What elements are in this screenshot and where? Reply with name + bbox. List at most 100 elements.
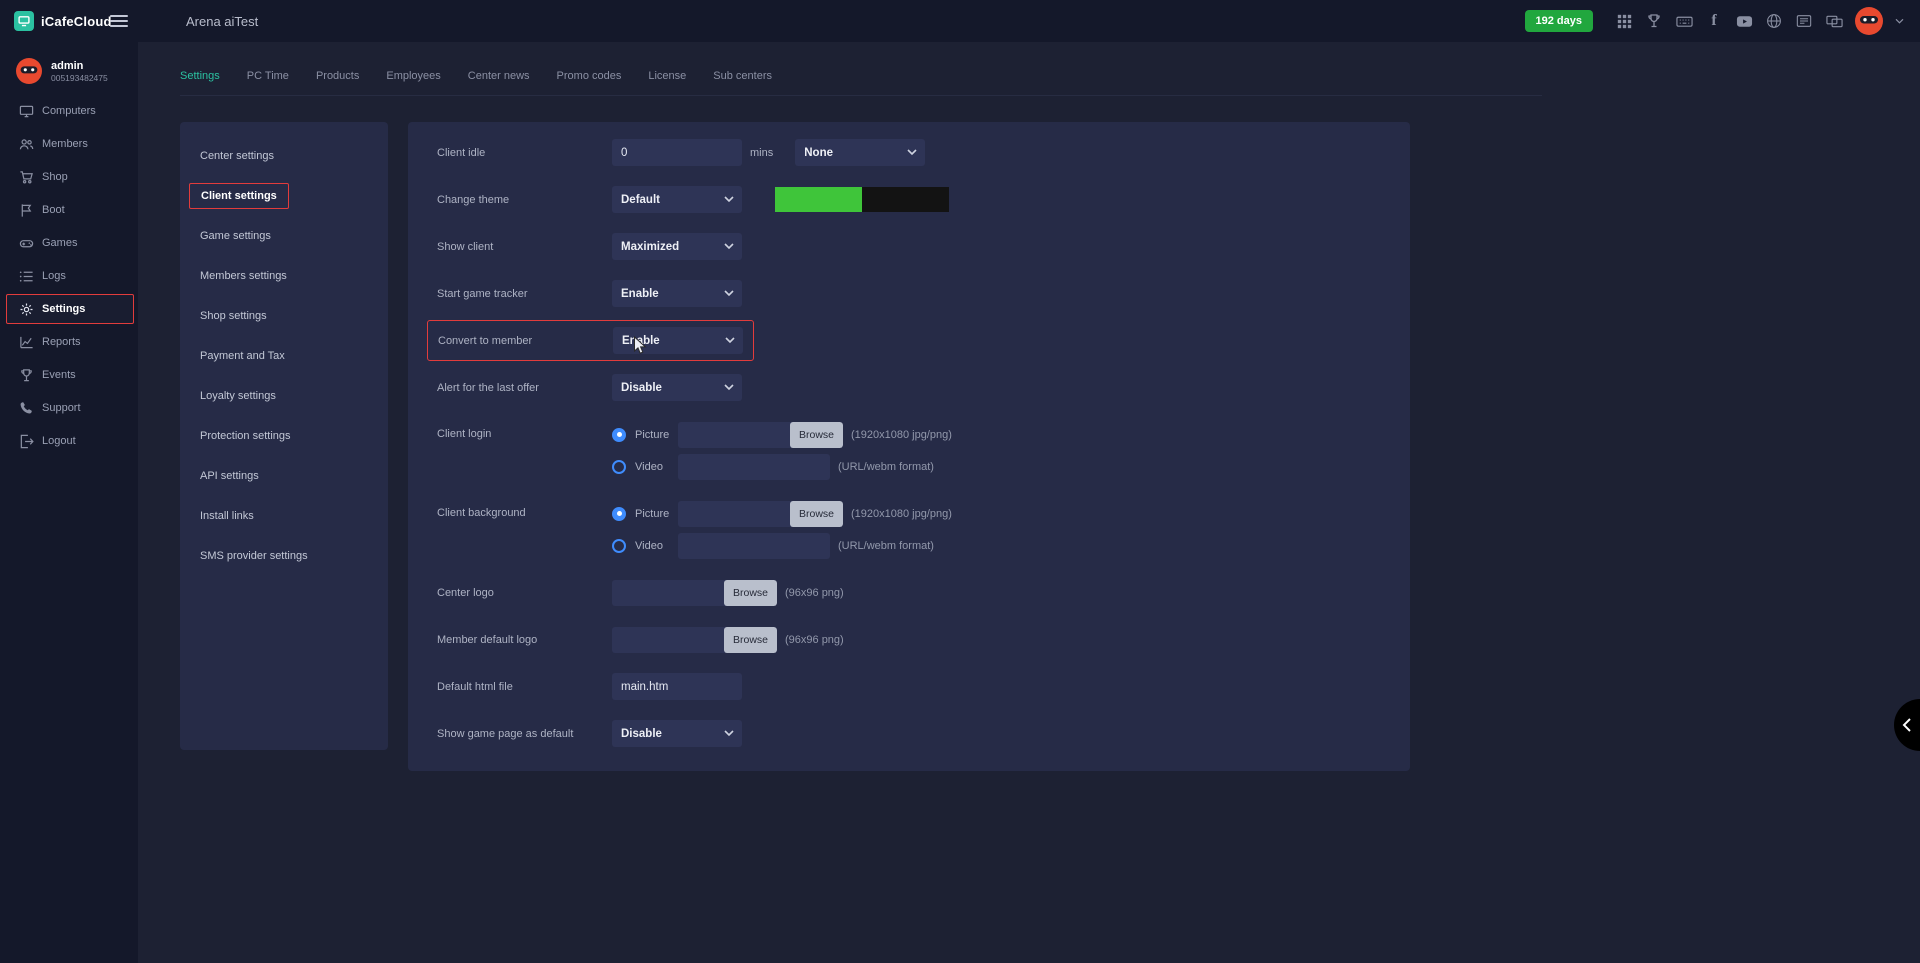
sidebar-item-members[interactable]: Members	[6, 129, 134, 159]
sidebar-item-label: Settings	[42, 303, 85, 315]
client-background-picture-radio[interactable]	[612, 507, 626, 521]
member-default-logo-path[interactable]	[612, 627, 724, 653]
sidebar-item-label: Reports	[42, 336, 81, 348]
license-days-badge[interactable]: 192 days	[1525, 10, 1593, 32]
tournament-trophy-icon[interactable]	[1645, 12, 1663, 30]
subnav-payment-and-tax[interactable]: Payment and Tax	[200, 336, 368, 376]
trophy-icon	[19, 368, 34, 383]
subnav-loyalty-settings[interactable]: Loyalty settings	[200, 376, 368, 416]
tab-center-news[interactable]: Center news	[468, 70, 530, 82]
client-login-picture-path[interactable]	[678, 422, 790, 448]
client-background-picture-path[interactable]	[678, 501, 790, 527]
subnav-install-links[interactable]: Install links	[200, 496, 368, 536]
tab-pc-time[interactable]: PC Time	[247, 70, 289, 82]
sidebar-item-support[interactable]: Support	[6, 393, 134, 423]
user-id: 005193482475	[51, 73, 108, 83]
client-idle-input[interactable]	[612, 139, 742, 166]
change-theme-select[interactable]: Default	[612, 186, 742, 213]
client-login-picture-browse-button[interactable]: Browse	[790, 422, 843, 448]
cart-icon	[19, 170, 34, 185]
sidebar-item-computers[interactable]: Computers	[6, 96, 134, 126]
screens-overlap-icon[interactable]	[1825, 12, 1843, 30]
default-html-file-input[interactable]	[612, 673, 742, 700]
row-convert-to-member: Convert to member Enable	[427, 320, 754, 361]
sidebar-item-logs[interactable]: Logs	[6, 261, 134, 291]
client-background-video-radio[interactable]	[612, 539, 626, 553]
subnav-client-settings[interactable]: Client settings	[200, 176, 368, 216]
tab-employees[interactable]: Employees	[386, 70, 440, 82]
sidebar-item-settings[interactable]: Settings	[6, 294, 134, 324]
sidebar-item-shop[interactable]: Shop	[6, 162, 134, 192]
facebook-icon[interactable]: f	[1705, 12, 1723, 30]
client-login-picture-radio[interactable]	[612, 428, 626, 442]
subnav-protection-settings[interactable]: Protection settings	[200, 416, 368, 456]
member-default-logo-hint: (96x96 png)	[785, 634, 844, 646]
sidebar-item-label: Games	[42, 237, 77, 249]
chevron-down-icon	[724, 243, 734, 250]
client-idle-action-select[interactable]: None	[795, 139, 925, 166]
sidebar-item-logout[interactable]: Logout	[6, 426, 134, 456]
sidebar-item-label: Members	[42, 138, 88, 150]
sidebar-item-label: Computers	[42, 105, 96, 117]
tab-settings[interactable]: Settings	[180, 70, 220, 82]
tab-sub-centers[interactable]: Sub centers	[713, 70, 772, 82]
sidebar-item-reports[interactable]: Reports	[6, 327, 134, 357]
tab-license[interactable]: License	[648, 70, 686, 82]
center-logo-path[interactable]	[612, 580, 724, 606]
client-login-label: Client login	[437, 428, 612, 440]
globe-icon[interactable]	[1765, 12, 1783, 30]
gear-icon	[19, 302, 34, 317]
client-login-video-line: Video (URL/webm format)	[612, 453, 952, 480]
subnav-sms-provider-settings[interactable]: SMS provider settings	[200, 536, 368, 576]
sidebar-user[interactable]: admin 005193482475	[0, 50, 138, 96]
alert-last-offer-select[interactable]: Disable	[612, 374, 742, 401]
subnav-center-settings[interactable]: Center settings	[200, 136, 368, 176]
show-game-page-label: Show game page as default	[437, 728, 612, 740]
client-background-video-input[interactable]	[678, 533, 830, 559]
list-icon	[19, 269, 34, 284]
alert-last-offer-label: Alert for the last offer	[437, 382, 612, 394]
client-login-picture-filebox: Browse	[678, 422, 843, 448]
client-login-video-input[interactable]	[678, 454, 830, 480]
subnav-shop-settings[interactable]: Shop settings	[200, 296, 368, 336]
tab-products[interactable]: Products	[316, 70, 359, 82]
chart-icon	[19, 335, 34, 350]
convert-to-member-label: Convert to member	[438, 335, 613, 347]
subnav-members-settings[interactable]: Members settings	[200, 256, 368, 296]
center-logo-filebox: Browse	[612, 580, 777, 606]
chevron-down-icon[interactable]	[1895, 18, 1904, 25]
start-game-tracker-select[interactable]: Enable	[612, 280, 742, 307]
center-logo-browse-button[interactable]: Browse	[724, 580, 777, 606]
sidebar: admin 005193482475 Computers Members Sho…	[0, 42, 138, 963]
sidebar-item-events[interactable]: Events	[6, 360, 134, 390]
show-client-select[interactable]: Maximized	[612, 233, 742, 260]
row-client-idle: Client idle mins None	[437, 139, 1380, 166]
client-background-label: Client background	[437, 507, 612, 519]
keyboard-icon[interactable]	[1675, 12, 1693, 30]
youtube-icon[interactable]	[1735, 12, 1753, 30]
subnav-api-settings[interactable]: API settings	[200, 456, 368, 496]
subnav-game-settings[interactable]: Game settings	[200, 216, 368, 256]
gamepad-icon	[19, 236, 34, 251]
row-show-client: Show client Maximized	[437, 233, 1380, 260]
user-avatar[interactable]	[1855, 7, 1883, 35]
show-game-page-select[interactable]: Disable	[612, 720, 742, 747]
client-background-picture-browse-button[interactable]: Browse	[790, 501, 843, 527]
picture-radio-label: Picture	[635, 508, 678, 520]
convert-to-member-select[interactable]: Enable	[613, 327, 743, 354]
video-radio-label: Video	[635, 461, 678, 473]
brand-logo-text: iCafeCloud	[41, 14, 112, 29]
client-login-video-radio[interactable]	[612, 460, 626, 474]
menu-toggle-icon[interactable]	[110, 15, 128, 27]
sidebar-item-boot[interactable]: Boot	[6, 195, 134, 225]
sidebar-item-games[interactable]: Games	[6, 228, 134, 258]
user-name: admin	[51, 59, 108, 73]
apps-grid-icon[interactable]	[1615, 12, 1633, 30]
sidebar-item-label: Events	[42, 369, 76, 381]
settings-subnav: Center settings Client settings Game set…	[180, 122, 388, 750]
member-default-logo-browse-button[interactable]: Browse	[724, 627, 777, 653]
video-format-hint: (URL/webm format)	[838, 540, 934, 552]
tab-promo-codes[interactable]: Promo codes	[557, 70, 622, 82]
news-card-icon[interactable]	[1795, 12, 1813, 30]
row-change-theme: Change theme Default	[437, 186, 1380, 213]
